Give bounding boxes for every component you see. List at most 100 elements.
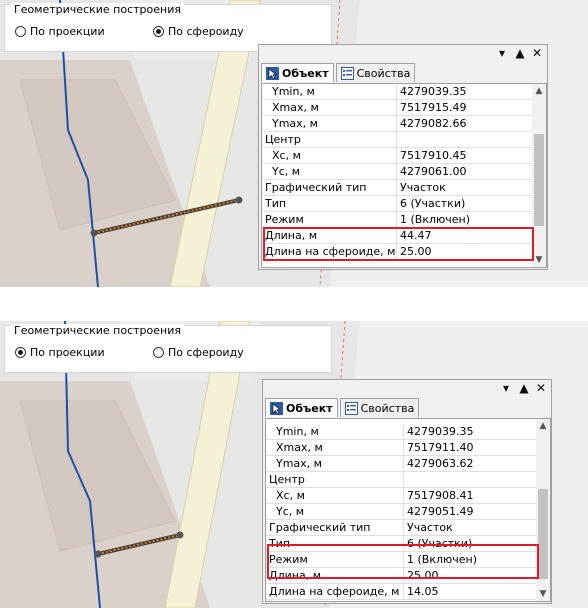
radio-circle[interactable] — [153, 347, 164, 358]
radio-by-spheroid[interactable]: По сфероиду — [153, 346, 244, 359]
property-grid[interactable]: Ymin, м 4279039.35 Xmax, м 7517915.49 Ymax, … — [261, 83, 547, 268]
tab-label: Свойства — [356, 66, 411, 80]
radio-by-projection[interactable]: По проекции — [15, 25, 105, 38]
property-value[interactable]: Участок — [400, 181, 446, 194]
property-row[interactable]: Длина, м 25.00 — [266, 568, 538, 584]
close-icon[interactable]: ✕ — [534, 381, 548, 395]
property-row[interactable]: Режим 1 (Включен) — [266, 552, 538, 568]
property-name: Графический тип — [265, 181, 367, 194]
property-row[interactable]: Тип 6 (Участки) — [266, 536, 538, 552]
tab-properties[interactable]: Свойства — [339, 398, 420, 417]
property-row[interactable]: Длина, м 44.47 — [262, 228, 534, 244]
property-row[interactable]: Графический тип Участок — [266, 520, 538, 536]
property-row[interactable]: Графический тип Участок — [262, 180, 534, 196]
property-value[interactable]: 7517915.49 — [400, 101, 466, 114]
property-value[interactable]: 4279051.49 — [407, 505, 473, 518]
property-row[interactable]: Ymax, м 4279082.66 — [262, 116, 534, 132]
tab-properties[interactable]: Свойства — [335, 63, 416, 82]
column-divider — [396, 116, 397, 131]
column-divider — [396, 244, 397, 259]
property-name: Режим — [265, 213, 304, 226]
property-row[interactable]: Тип 6 (Участки) — [262, 196, 534, 212]
scroll-up-icon[interactable]: ▲ — [532, 84, 546, 98]
property-value[interactable]: 4279063.62 — [407, 457, 473, 470]
property-value[interactable]: 7517911.40 — [407, 441, 473, 454]
property-row[interactable]: Xmax, м 7517915.49 — [262, 100, 534, 116]
property-row[interactable]: Xc, м 7517908.41 — [266, 488, 538, 504]
property-value[interactable]: 1 (Включен) — [400, 213, 470, 226]
vertical-scrollbar[interactable]: ▲ ▼ — [532, 84, 546, 267]
property-name: Yc, м — [272, 165, 301, 178]
radio-by-projection[interactable]: По проекции — [15, 346, 105, 359]
property-value[interactable]: 1 (Включен) — [407, 553, 477, 566]
property-name: Xmax, м — [272, 101, 319, 114]
property-name: Xc, м — [272, 149, 301, 162]
property-row[interactable]: Длина на сфероиде, м 14.05 — [266, 584, 538, 600]
close-icon[interactable]: ✕ — [530, 46, 544, 60]
maximize-icon[interactable]: ▲ — [513, 46, 527, 60]
scroll-down-icon[interactable]: ▼ — [536, 587, 550, 601]
tab-strip: Объект Свойства — [265, 398, 421, 418]
property-value[interactable]: Участок — [407, 521, 453, 534]
property-grid[interactable]: Ymin, м 4279039.35 Xmax, м 7517911.40 Ymax, … — [265, 418, 551, 602]
tab-object[interactable]: Объект — [265, 398, 338, 417]
property-value[interactable]: 25.00 — [400, 245, 432, 258]
property-value[interactable]: 4279061.00 — [400, 165, 466, 178]
property-value[interactable]: 14.05 — [407, 585, 439, 598]
property-name: Графический тип — [269, 521, 371, 534]
property-value[interactable]: 7517908.41 — [407, 489, 473, 502]
radio-by-spheroid[interactable]: По сфероиду — [153, 25, 244, 38]
property-value[interactable]: 4279039.35 — [400, 85, 466, 98]
properties-icon — [344, 401, 358, 415]
property-row[interactable]: Ymax, м 4279063.62 — [266, 456, 538, 472]
radio-label: По сфероиду — [168, 346, 244, 359]
dropdown-icon[interactable]: ▾ — [495, 46, 509, 60]
scroll-thumb[interactable] — [534, 134, 544, 226]
radio-circle[interactable] — [15, 347, 26, 358]
vertical-scrollbar[interactable]: ▲ ▼ — [536, 419, 550, 601]
column-divider — [403, 424, 404, 439]
window-titlebar[interactable]: ▾ ▲ ✕ — [263, 380, 551, 398]
property-name: Ymin, м — [272, 85, 315, 98]
property-row[interactable]: Ymin, м 4279039.35 — [266, 424, 538, 440]
property-row[interactable]: Длина на сфероиде, м 25.00 — [262, 244, 534, 260]
geometric-constructions-group: Геометрические построения По проекции По… — [4, 324, 332, 373]
radio-circle[interactable] — [15, 26, 26, 37]
group-title: Геометрические построения — [11, 3, 184, 17]
property-row[interactable]: Xc, м 7517910.45 — [262, 148, 534, 164]
property-row[interactable]: Yc, м 4279061.00 — [262, 164, 534, 180]
radio-label: По проекции — [30, 346, 105, 359]
scroll-thumb[interactable] — [538, 489, 548, 579]
cursor-icon — [266, 66, 279, 80]
scroll-down-icon[interactable]: ▼ — [532, 253, 546, 267]
column-divider — [396, 164, 397, 179]
property-value[interactable]: 44.47 — [400, 229, 432, 242]
radio-circle[interactable] — [153, 26, 164, 37]
property-value[interactable]: 25.00 — [407, 569, 439, 582]
property-row[interactable]: Режим 1 (Включен) — [262, 212, 534, 228]
property-value[interactable]: 6 (Участки) — [400, 197, 465, 210]
property-value[interactable]: 6 (Участки) — [407, 537, 472, 550]
column-divider — [403, 504, 404, 519]
property-value[interactable]: 7517910.45 — [400, 149, 466, 162]
radio-label: По проекции — [30, 25, 105, 38]
property-value[interactable]: 4279082.66 — [400, 117, 466, 130]
maximize-icon[interactable]: ▲ — [517, 381, 531, 395]
property-value[interactable]: 4279039.35 — [407, 425, 473, 438]
property-row[interactable]: Yc, м 4279051.49 — [266, 504, 538, 520]
property-name: Xmax, м — [276, 441, 323, 454]
scroll-up-icon[interactable]: ▲ — [536, 419, 550, 433]
property-row[interactable]: Ymin, м 4279039.35 — [262, 84, 534, 100]
column-divider — [403, 568, 404, 583]
property-row[interactable]: Xmax, м 7517911.40 — [266, 440, 538, 456]
cursor-icon — [270, 401, 283, 415]
tab-object[interactable]: Объект — [261, 63, 334, 82]
column-divider — [396, 148, 397, 163]
dropdown-icon[interactable]: ▾ — [499, 381, 513, 395]
property-row[interactable]: Центр — [266, 472, 538, 488]
properties-window: ▾ ▲ ✕ Объект Свойства Ymin, м 4279039.35 X… — [262, 379, 552, 604]
tab-label: Объект — [282, 66, 329, 80]
property-row[interactable]: Центр — [262, 132, 534, 148]
window-titlebar[interactable]: ▾ ▲ ✕ — [259, 45, 547, 63]
vertex-point — [90, 229, 98, 237]
